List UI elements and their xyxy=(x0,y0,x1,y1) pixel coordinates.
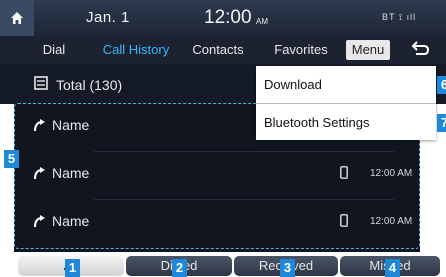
call-list-item[interactable]: Name 12:00 AM xyxy=(14,154,420,194)
home-icon xyxy=(11,12,23,24)
row-divider xyxy=(94,151,394,152)
caller-name: Name xyxy=(52,165,90,181)
mobile-phone-icon xyxy=(340,166,348,179)
callout-badge: 2 xyxy=(172,259,187,277)
row-divider xyxy=(94,199,394,200)
tab-favorites[interactable]: Favorites xyxy=(262,36,340,64)
callout-badge: 3 xyxy=(280,259,295,277)
callout-badge: 5 xyxy=(4,150,19,168)
call-history-screen: Jan. 1 12:00 AM BT ⟟ ıll Dial Call Histo… xyxy=(0,0,446,277)
call-dialed-icon xyxy=(34,119,45,132)
tab-contacts[interactable]: Contacts xyxy=(182,36,254,64)
menu-item-download[interactable]: Download xyxy=(256,66,436,103)
mobile-phone-icon xyxy=(340,214,348,227)
list-icon xyxy=(34,76,48,90)
callout-badge: 6 xyxy=(437,76,446,94)
status-date: Jan. 1 xyxy=(86,9,130,26)
call-time: 12:00 AM xyxy=(370,216,413,227)
callout-badge: 7 xyxy=(437,114,446,132)
back-icon xyxy=(411,41,430,55)
caller-name: Name xyxy=(52,213,90,229)
tab-bar: Dial Call History Contacts Favorites Men… xyxy=(0,36,446,64)
total-count: Total (130) xyxy=(56,77,123,93)
home-button[interactable] xyxy=(0,0,34,36)
callout-badge: 4 xyxy=(385,259,400,277)
status-ampm: AM xyxy=(256,17,268,26)
menu-button[interactable]: Menu xyxy=(346,40,390,60)
status-time: 12:00 xyxy=(204,7,252,28)
menu-dropdown: Download Bluetooth Settings xyxy=(256,66,436,140)
status-bar: Jan. 1 12:00 AM BT ⟟ ıll xyxy=(0,0,446,36)
status-icons: BT ⟟ ıll xyxy=(382,12,417,22)
back-button[interactable] xyxy=(404,40,434,60)
call-time: 12:00 AM xyxy=(370,168,413,179)
menu-item-bluetooth-settings[interactable]: Bluetooth Settings xyxy=(256,104,436,141)
call-list-item[interactable]: Name 12:00 AM xyxy=(14,202,420,242)
callout-badge: 1 xyxy=(65,259,80,277)
call-dialed-icon xyxy=(34,167,45,180)
caller-name: Name xyxy=(52,117,90,133)
tab-call-history[interactable]: Call History xyxy=(94,36,178,64)
call-dialed-icon xyxy=(34,215,45,228)
tab-dial[interactable]: Dial xyxy=(24,36,84,64)
